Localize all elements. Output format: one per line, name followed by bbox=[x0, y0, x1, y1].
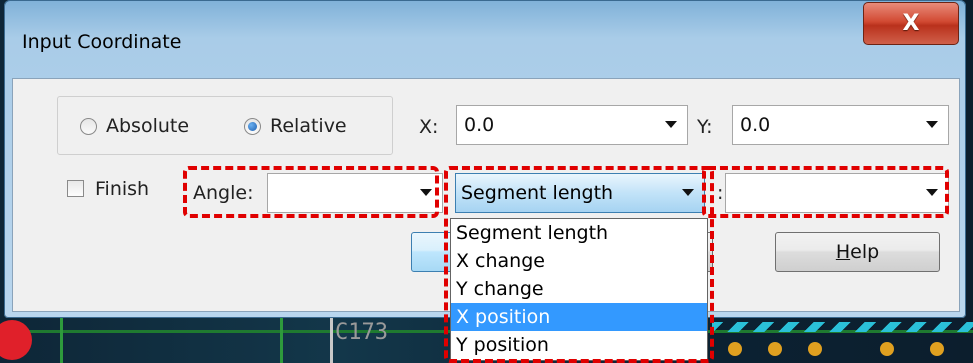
title-bar[interactable]: Input Coordinate X bbox=[4, 0, 966, 80]
y-label: Y: bbox=[697, 116, 713, 138]
finish-checkbox[interactable] bbox=[67, 180, 84, 197]
help-button-label: Help bbox=[835, 241, 880, 263]
y-combo[interactable]: 0.0 bbox=[732, 105, 949, 145]
highlight-angle bbox=[183, 166, 439, 218]
highlight-segment-value bbox=[702, 166, 949, 218]
mode-group: Absolute Relative bbox=[57, 96, 393, 155]
pcb-via bbox=[880, 342, 894, 356]
pcb-trace bbox=[330, 318, 333, 363]
y-value: 0.0 bbox=[740, 114, 771, 136]
pcb-via bbox=[768, 342, 782, 356]
dialog-title: Input Coordinate bbox=[22, 31, 182, 53]
pcb-via bbox=[930, 342, 944, 356]
chevron-down-icon[interactable] bbox=[665, 121, 677, 128]
pcb-via bbox=[728, 342, 742, 356]
pcb-via bbox=[808, 342, 822, 356]
relative-radio[interactable]: Relative bbox=[244, 115, 347, 137]
pcb-pad bbox=[0, 320, 32, 360]
absolute-radio-label: Absolute bbox=[106, 115, 190, 137]
pcb-label: C173 bbox=[335, 320, 388, 345]
x-value: 0.0 bbox=[464, 114, 495, 136]
highlight-segment-dropdown bbox=[444, 166, 714, 363]
x-combo[interactable]: 0.0 bbox=[456, 105, 688, 145]
close-icon: X bbox=[902, 11, 920, 36]
radio-selected-icon bbox=[244, 117, 261, 135]
pcb-trace bbox=[712, 322, 973, 332]
absolute-radio[interactable]: Absolute bbox=[80, 115, 189, 137]
chevron-down-icon[interactable] bbox=[926, 121, 938, 128]
close-button[interactable]: X bbox=[863, 2, 959, 45]
radio-circle-icon bbox=[80, 117, 97, 135]
relative-radio-label: Relative bbox=[270, 115, 347, 137]
help-button[interactable]: Help bbox=[775, 232, 940, 272]
pcb-trace bbox=[60, 318, 63, 363]
x-label: X: bbox=[419, 116, 439, 138]
pcb-trace bbox=[280, 318, 283, 363]
finish-label: Finish bbox=[95, 178, 150, 200]
